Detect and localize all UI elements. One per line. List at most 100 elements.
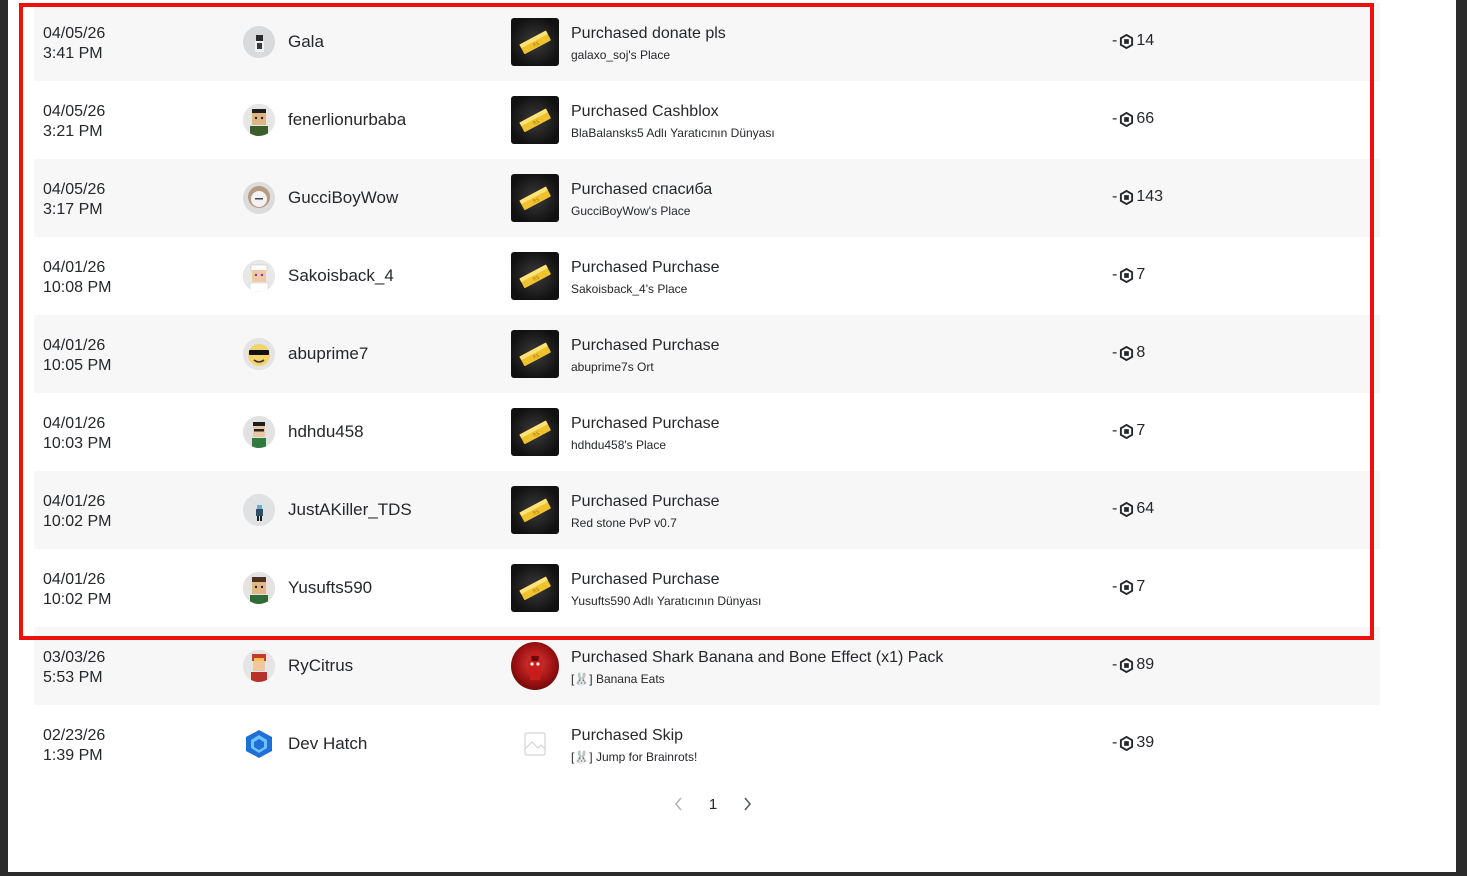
transaction-datetime: 04/05/26 3:41 PM [43, 24, 105, 64]
gold-bar-icon[interactable]: R$ [511, 252, 559, 300]
item-title[interactable]: Purchased Purchase [571, 258, 720, 278]
transaction-datetime: 02/23/26 1:39 PM [43, 726, 105, 766]
user-avatar[interactable] [243, 26, 275, 58]
transaction-datetime: 04/01/26 10:03 PM [43, 414, 111, 454]
transaction-datetime: 03/03/26 5:53 PM [43, 648, 105, 688]
robux-icon [1120, 579, 1134, 595]
gold-bar-icon[interactable]: R$ [511, 96, 559, 144]
item-title[interactable]: Purchased donate pls [571, 24, 726, 44]
transaction-datetime: 04/01/26 10:05 PM [43, 336, 111, 376]
item-title[interactable]: Purchased Purchase [571, 492, 720, 512]
transaction-row: 04/05/26 3:41 PM Gala R$ Purchased donat… [34, 3, 1380, 81]
robux-icon [1120, 735, 1134, 751]
transaction-row: 04/05/26 3:21 PM fenerlionurbaba R$ Purc… [34, 81, 1380, 159]
transaction-datetime: 04/01/26 10:02 PM [43, 492, 111, 532]
user-name-link[interactable]: JustAKiller_TDS [288, 500, 412, 520]
transaction-row: 04/01/26 10:02 PM Yusufts590 R$ Purchase… [34, 549, 1380, 627]
gold-bar-icon[interactable]: R$ [511, 330, 559, 378]
user-name-link[interactable]: fenerlionurbaba [288, 110, 406, 130]
transaction-time: 5:53 PM [43, 669, 103, 686]
item-title[interactable]: Purchased Purchase [571, 336, 720, 356]
transaction-date: 03/03/26 [43, 649, 106, 666]
user-name-link[interactable]: Yusufts590 [288, 578, 372, 598]
transaction-row: 04/01/26 10:08 PM Sakoisback_4 R$ Purcha… [34, 237, 1380, 315]
gold-bar-icon[interactable]: R$ [511, 564, 559, 612]
user-avatar[interactable] [243, 260, 275, 292]
amount: - 7 [1112, 265, 1145, 285]
place-name-link[interactable]: [🐰] Jump for Brainrots! [571, 749, 697, 765]
place-name-link[interactable]: Sakoisback_4's Place [571, 281, 687, 297]
amount: - 8 [1112, 343, 1145, 363]
gold-bar-icon[interactable]: R$ [511, 174, 559, 222]
transaction-datetime: 04/01/26 10:08 PM [43, 258, 111, 298]
user-avatar[interactable] [243, 182, 275, 214]
robux-icon [1120, 111, 1134, 127]
amount-sign: - [1112, 188, 1118, 205]
item-title[interactable]: Purchased Shark Banana and Bone Effect (… [571, 648, 943, 668]
place-name-link[interactable]: galaxo_soj's Place [571, 47, 670, 63]
item-title[interactable]: Purchased Skip [571, 726, 683, 746]
gold-bar-icon[interactable]: R$ [511, 486, 559, 534]
place-name-link[interactable]: Yusufts590 Adlı Yaratıcının Dünyası [571, 593, 761, 609]
chevron-right-icon[interactable] [736, 793, 758, 815]
transaction-row: 04/01/26 10:05 PM abuprime7 R$ Purchased… [34, 315, 1380, 393]
amount-sign: - [1112, 344, 1118, 361]
robux-icon [1120, 189, 1134, 205]
transaction-date: 02/23/26 [43, 727, 106, 744]
amount-sign: - [1112, 32, 1118, 49]
gold-bar-icon[interactable]: R$ [511, 18, 559, 66]
item-title[interactable]: Purchased Purchase [571, 570, 720, 590]
user-avatar[interactable] [243, 338, 275, 370]
transaction-date: 04/05/26 [43, 181, 106, 198]
amount-value: 89 [1136, 656, 1155, 673]
transactions-list: 04/05/26 3:41 PM Gala R$ Purchased donat… [34, 3, 1380, 783]
user-avatar[interactable] [243, 728, 275, 760]
place-name-link[interactable]: [🐰] Banana Eats [571, 671, 665, 687]
user-name-link[interactable]: hdhdu458 [288, 422, 364, 442]
transaction-row: 04/01/26 10:02 PM JustAKiller_TDS R$ Pur… [34, 471, 1380, 549]
user-name-link[interactable]: abuprime7 [288, 344, 368, 364]
robux-icon [1120, 33, 1134, 49]
user-name-link[interactable]: Dev Hatch [288, 734, 367, 754]
amount-value: 7 [1136, 422, 1146, 439]
place-name-link[interactable]: abuprime7s Ort [571, 359, 654, 375]
amount-sign: - [1112, 500, 1118, 517]
place-name-link[interactable]: BlaBalansks5 Adlı Yaratıcının Dünyası [571, 125, 775, 141]
page-number[interactable]: 1 [709, 796, 717, 813]
transaction-time: 3:17 PM [43, 201, 103, 218]
item-title[interactable]: Purchased спасиба [571, 180, 712, 200]
user-name-link[interactable]: GucciBoyWow [288, 188, 398, 208]
transaction-date: 04/05/26 [43, 25, 106, 42]
amount-sign: - [1112, 266, 1118, 283]
placeholder-image-icon[interactable] [511, 720, 559, 768]
place-name-link[interactable]: GucciBoyWow's Place [571, 203, 690, 219]
amount: - 14 [1112, 31, 1154, 51]
user-avatar[interactable] [243, 416, 275, 448]
amount-value: 7 [1136, 266, 1146, 283]
place-name-link[interactable]: Red stone PvP v0.7 [571, 515, 677, 531]
amount-sign: - [1112, 656, 1118, 673]
user-name-link[interactable]: RyCitrus [288, 656, 353, 676]
user-avatar[interactable] [243, 494, 275, 526]
user-avatar[interactable] [243, 572, 275, 604]
amount-sign: - [1112, 110, 1118, 127]
transaction-date: 04/05/26 [43, 103, 106, 120]
amount-value: 143 [1136, 188, 1164, 205]
gold-bar-icon[interactable]: R$ [511, 408, 559, 456]
user-avatar[interactable] [243, 104, 275, 136]
amount: - 89 [1112, 655, 1154, 675]
user-name-link[interactable]: Sakoisback_4 [288, 266, 394, 286]
amount: - 66 [1112, 109, 1154, 129]
item-title[interactable]: Purchased Cashblox [571, 102, 719, 122]
transaction-time: 10:03 PM [43, 435, 112, 452]
shark-banana-thumbnail-icon[interactable] [511, 642, 559, 690]
amount-value: 8 [1136, 344, 1146, 361]
amount-sign: - [1112, 422, 1118, 439]
transaction-time: 1:39 PM [43, 747, 103, 764]
chevron-left-icon[interactable] [668, 793, 690, 815]
transaction-row: 04/01/26 10:03 PM hdhdu458 R$ Purchased … [34, 393, 1380, 471]
item-title[interactable]: Purchased Purchase [571, 414, 720, 434]
user-name-link[interactable]: Gala [288, 32, 324, 52]
user-avatar[interactable] [243, 650, 275, 682]
place-name-link[interactable]: hdhdu458's Place [571, 437, 666, 453]
